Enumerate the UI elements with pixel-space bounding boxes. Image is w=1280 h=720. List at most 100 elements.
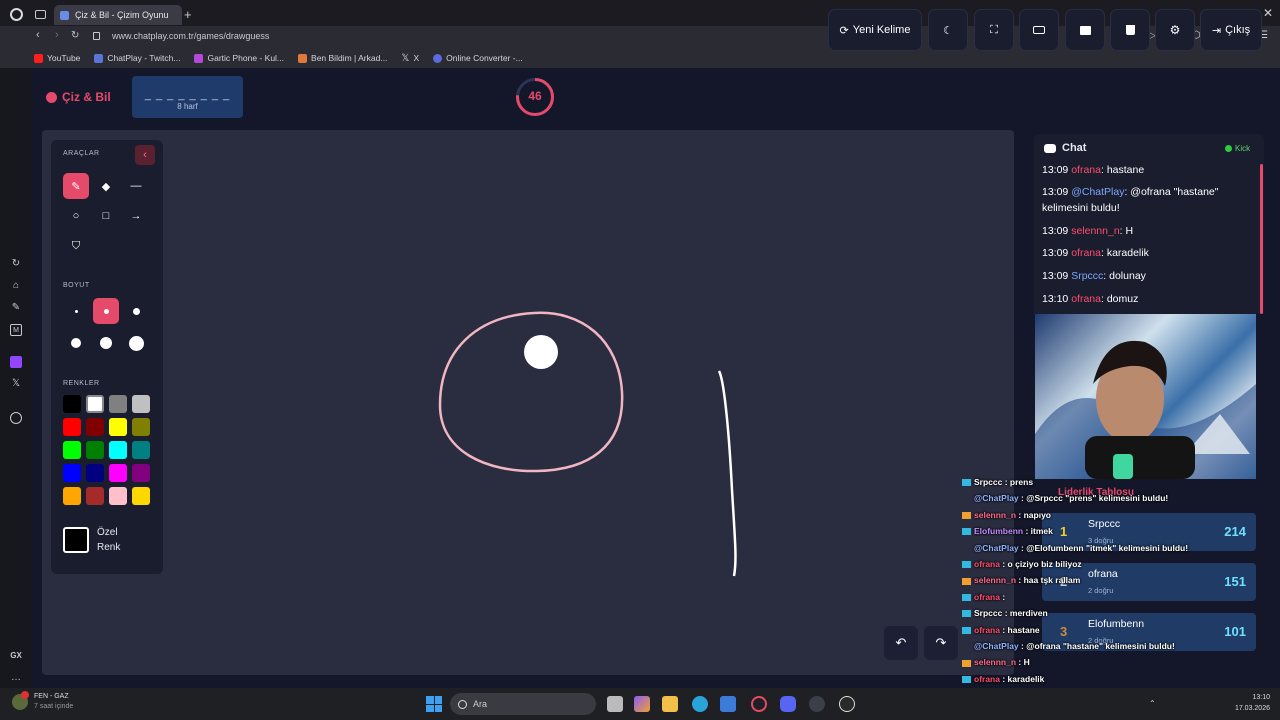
clock-icon[interactable]: [10, 412, 22, 424]
opera-logo-icon[interactable]: [10, 8, 23, 21]
color-swatch[interactable]: [63, 464, 81, 482]
keyboard-button[interactable]: [1019, 9, 1059, 51]
size-3[interactable]: [123, 298, 149, 324]
color-swatch[interactable]: [132, 418, 150, 436]
chat-user[interactable]: selennn_n: [1071, 225, 1119, 237]
app-logo[interactable]: Çiz & Bil: [46, 90, 111, 104]
back-icon[interactable]: ‹: [36, 29, 40, 41]
size-2[interactable]: [93, 298, 119, 324]
overlay-chat-line: ofrana : hastane: [962, 623, 1040, 637]
size-5[interactable]: [93, 330, 119, 356]
clock-time: 13:10: [1252, 694, 1270, 701]
color-swatch[interactable]: [132, 487, 150, 505]
color-swatch[interactable]: [132, 464, 150, 482]
forward-icon[interactable]: ›: [55, 29, 59, 41]
undo-button[interactable]: ↶: [884, 626, 918, 660]
taskbar-search[interactable]: Ara: [450, 693, 596, 715]
edit-icon[interactable]: ✎: [10, 302, 22, 314]
tray-chevron-icon[interactable]: ⌃: [1149, 699, 1159, 709]
delete-button[interactable]: [1110, 9, 1150, 51]
color-swatch[interactable]: [109, 418, 127, 436]
overlay-text: : prens: [1002, 477, 1034, 487]
gx-label[interactable]: GX: [8, 650, 24, 662]
discord-icon[interactable]: [780, 696, 796, 712]
color-swatch[interactable]: [109, 441, 127, 459]
tab-active[interactable]: Çiz & Bil - Çizim Oyunu: [54, 5, 182, 25]
color-swatch[interactable]: [86, 395, 104, 413]
fullscreen-button[interactable]: ⛶: [974, 9, 1014, 51]
edge-icon[interactable]: [692, 696, 708, 712]
color-swatch[interactable]: [86, 487, 104, 505]
arrow-tool[interactable]: →: [123, 203, 149, 229]
reload-icon[interactable]: ↻: [71, 30, 79, 41]
color-swatch[interactable]: [86, 464, 104, 482]
brush-tool[interactable]: ✎: [63, 173, 89, 199]
color-swatch[interactable]: [132, 395, 150, 413]
twitch-icon[interactable]: [10, 356, 22, 368]
steam-icon[interactable]: [809, 696, 825, 712]
color-swatch[interactable]: [86, 441, 104, 459]
chat-user[interactable]: ofrana: [1071, 293, 1101, 305]
fill-tool[interactable]: ⛉: [63, 233, 89, 259]
color-swatch[interactable]: [86, 418, 104, 436]
bookmark-converter[interactable]: Online Converter -...: [433, 53, 523, 63]
weather-widget[interactable]: FEN - GAZ 7 saat içinde: [12, 691, 73, 712]
eraser-tool[interactable]: ◆: [93, 173, 119, 199]
color-swatch[interactable]: [132, 441, 150, 459]
chat-user[interactable]: Srpccc: [1071, 270, 1103, 282]
store-icon[interactable]: [720, 696, 736, 712]
exit-button[interactable]: ⇥ Çıkış: [1200, 9, 1262, 51]
bookmark-benbildim[interactable]: Ben Bildim | Arkad...: [298, 53, 387, 63]
chat-user[interactable]: ofrana: [1071, 247, 1101, 259]
color-swatch[interactable]: [109, 395, 127, 413]
overlay-text: : @ofrana "hastane" kelimesini buldu!: [1018, 641, 1175, 651]
weather-title: FEN - GAZ: [34, 693, 69, 700]
m-icon[interactable]: M: [10, 324, 22, 336]
bookmark-chatplay[interactable]: ChatPlay - Twitch...: [94, 53, 180, 63]
color-swatch[interactable]: [63, 395, 81, 413]
size-6[interactable]: [123, 330, 149, 356]
tab-manager-icon[interactable]: [35, 10, 46, 19]
copilot-icon[interactable]: [634, 696, 650, 712]
overlay-user: @ChatPlay: [974, 493, 1019, 504]
chat-user[interactable]: @ChatPlay: [1071, 186, 1124, 198]
url-field[interactable]: www.chatplay.com.tr/games/drawguess: [112, 31, 269, 41]
color-swatch[interactable]: [63, 418, 81, 436]
bookmark-x[interactable]: 𝕏X: [401, 53, 419, 64]
size-1[interactable]: [63, 298, 89, 324]
start-button[interactable]: [426, 696, 442, 712]
custom-color-button[interactable]: Özel Renk: [63, 520, 153, 560]
chat-user[interactable]: ofrana: [1071, 164, 1101, 176]
color-swatch[interactable]: [109, 487, 127, 505]
clock[interactable]: 13:10 17.03.2026: [1226, 692, 1270, 714]
settings-button[interactable]: ⚙: [1155, 9, 1195, 51]
task-view-icon[interactable]: [607, 696, 623, 712]
history-sync-icon[interactable]: ↻: [10, 258, 22, 270]
bookmark-gartic[interactable]: Gartic Phone - Kul...: [194, 53, 284, 63]
size-4[interactable]: [63, 330, 89, 356]
more-icon[interactable]: …: [10, 672, 22, 684]
collapse-panel-button[interactable]: ‹: [135, 145, 155, 165]
overlay-chat-line: @ChatPlay : @Srpccc "prens" kelimesini b…: [962, 491, 1168, 505]
bag-icon[interactable]: ⌂: [10, 280, 22, 292]
redo-button[interactable]: ↷: [924, 626, 958, 660]
size-title: BOYUT: [63, 282, 90, 289]
drawing-canvas[interactable]: ↶ ↷: [42, 130, 1014, 675]
new-word-button[interactable]: ⟳ Yeni Kelime: [828, 9, 922, 51]
bookmark-youtube[interactable]: YouTube: [34, 53, 80, 63]
rectangle-tool[interactable]: □: [93, 203, 119, 229]
new-tab-button[interactable]: +: [184, 7, 192, 22]
chat-scrollbar[interactable]: [1260, 164, 1263, 314]
obs-icon[interactable]: [839, 696, 855, 712]
color-swatch[interactable]: [63, 487, 81, 505]
file-explorer-icon[interactable]: [662, 696, 678, 712]
dark-mode-button[interactable]: ☾: [928, 9, 968, 51]
archive-button[interactable]: [1065, 9, 1105, 51]
close-window-icon[interactable]: ✕: [1263, 6, 1273, 20]
color-swatch[interactable]: [63, 441, 81, 459]
color-swatch[interactable]: [109, 464, 127, 482]
line-tool[interactable]: —: [123, 173, 149, 199]
opera-gx-taskbar-icon[interactable]: [751, 696, 767, 712]
x-sidebar-icon[interactable]: 𝕏: [10, 378, 22, 390]
circle-tool[interactable]: ○: [63, 203, 89, 229]
